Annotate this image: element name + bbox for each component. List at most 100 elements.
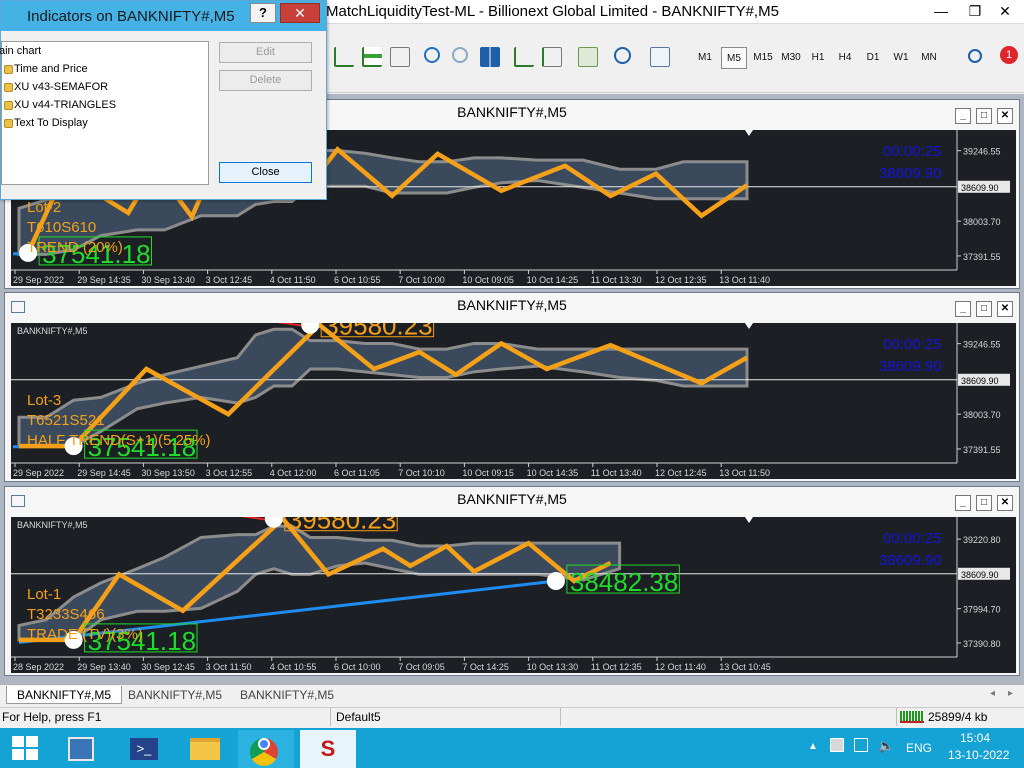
periods-icon[interactable] [614, 47, 631, 64]
dialog-close-x-button[interactable]: ✕ [280, 3, 320, 23]
tree-item-label: XU v43-SEMAFOR [14, 81, 109, 93]
chart-window-title: BANKNIFTY#,M5 [457, 297, 567, 313]
chart-maximize-button[interactable]: □ [976, 108, 992, 124]
price-label: 38482.38 [570, 567, 678, 597]
tf-m30[interactable]: M30 [777, 47, 805, 69]
current-price-tag: 38609.90 [961, 570, 999, 580]
language-indicator[interactable]: ENG [906, 741, 932, 755]
chart-minimize-button[interactable]: _ [955, 301, 971, 317]
x-tick-label: 13 Oct 10:45 [719, 662, 771, 672]
y-tick-label: 39246.55 [963, 147, 1001, 157]
indicators-icon[interactable] [578, 47, 598, 67]
tf-d1[interactable]: D1 [860, 47, 886, 69]
taskbar-trading-terminal-icon[interactable]: S [300, 730, 356, 768]
semafor-dot [546, 572, 565, 591]
y-tick-label: 37994.70 [963, 605, 1001, 615]
dialog-title: Indicators on BANKNIFTY#,M5 [27, 8, 235, 25]
current-price-tag: 38609.90 [961, 376, 999, 386]
bar-chart-icon[interactable] [334, 47, 354, 67]
chart-window-title: BANKNIFTY#,M5 [457, 491, 567, 507]
chart-window-3[interactable]: BANKNIFTY#,M5 _ □ ✕ 38609.90 39220.80 3799… [4, 486, 1020, 676]
zoom-in-icon[interactable] [424, 47, 440, 63]
tab-scroll-right-icon[interactable]: ▸ [1008, 688, 1013, 699]
tab-scroll-left-icon[interactable]: ◂ [990, 688, 995, 699]
tree-item-label: Time and Price [14, 63, 88, 75]
status-divider [560, 708, 561, 726]
tf-m15[interactable]: M15 [749, 47, 777, 69]
x-tick-label: 7 Oct 10:10 [398, 468, 445, 478]
tree-item-semafor[interactable]: XU v43-SEMAFOR [4, 81, 109, 93]
clock-time[interactable]: 15:04 [960, 731, 990, 745]
chart-maximize-button[interactable]: □ [976, 301, 992, 317]
y-tick-label: 38003.70 [963, 410, 1001, 420]
chart-tab-3[interactable]: BANKNIFTY#,M5 [230, 686, 344, 704]
zoom-out-icon[interactable] [452, 47, 468, 63]
chart-maximize-button[interactable]: □ [976, 495, 992, 511]
chart-minimize-button[interactable]: _ [955, 108, 971, 124]
price-chart-3[interactable]: 38609.90 39220.80 37994.70 37390.80 28 Sep 2… [11, 517, 1016, 673]
dialog-help-button[interactable]: ? [250, 3, 276, 23]
chart-tab-2[interactable]: BANKNIFTY#,M5 [118, 686, 232, 704]
edit-button[interactable]: Edit [219, 42, 312, 63]
x-tick-label: 6 Oct 10:55 [334, 275, 381, 285]
tf-mn[interactable]: MN [916, 47, 942, 69]
x-tick-label: 3 Oct 11:50 [206, 662, 252, 672]
volume-icon[interactable]: 🔈 [878, 738, 894, 754]
candlestick-icon[interactable] [362, 47, 382, 67]
chart-minimize-button[interactable]: _ [955, 495, 971, 511]
y-tick-label: 39220.80 [963, 535, 1001, 545]
start-windows-icon[interactable] [12, 736, 38, 760]
chart-shift-icon[interactable] [514, 47, 534, 67]
taskbar-server-manager-icon[interactable] [54, 730, 110, 768]
restore-button[interactable]: ❐ [958, 0, 992, 22]
indicator-tree[interactable]: ain chart Time and Price XU v43-SEMAFOR … [0, 41, 209, 185]
show-hidden-icons[interactable]: ▲ [808, 741, 818, 752]
tile-windows-icon[interactable] [480, 47, 500, 67]
tree-item-time-and-price[interactable]: Time and Price [4, 63, 88, 75]
chart-window-2[interactable]: BANKNIFTY#,M5 _ □ ✕ 38609.90 39246.55 3800… [4, 292, 1020, 482]
y-tick-label: 37391.55 [963, 445, 1001, 455]
tree-item-triangles[interactable]: XU v44-TRIANGLES [4, 99, 116, 111]
chart-close-button[interactable]: ✕ [997, 301, 1013, 317]
autoscroll-icon[interactable] [542, 47, 562, 67]
y-tick-label: 39246.55 [963, 340, 1001, 350]
clock-date[interactable]: 13-10-2022 [948, 748, 1009, 762]
tree-item-text-to-display[interactable]: Text To Display [4, 117, 88, 129]
notification-badge[interactable]: 1 [1000, 46, 1018, 64]
connection-icon [900, 711, 924, 723]
taskbar-chrome-icon[interactable] [238, 730, 294, 768]
chart-close-button[interactable]: ✕ [997, 108, 1013, 124]
action-center-icon[interactable] [830, 738, 844, 752]
x-tick-label: 30 Sep 13:40 [141, 275, 195, 285]
x-tick-label: 29 Sep 14:45 [77, 468, 131, 478]
taskbar-powershell-icon[interactable]: >_ [116, 730, 172, 768]
close-app-button[interactable]: ✕ [988, 0, 1022, 22]
tree-item-main-chart[interactable]: ain chart [0, 45, 41, 57]
tf-h4[interactable]: H4 [832, 47, 858, 69]
tf-w1[interactable]: W1 [888, 47, 914, 69]
delete-button[interactable]: Delete [219, 70, 312, 91]
tf-m1[interactable]: M1 [692, 47, 718, 69]
tf-m5[interactable]: M5 [721, 47, 747, 69]
chart-tab-1[interactable]: BANKNIFTY#,M5 [6, 686, 123, 704]
x-tick-label: 11 Oct 13:40 [591, 468, 642, 478]
x-tick-label: 4 Oct 11:50 [270, 275, 316, 285]
price-chart-2[interactable]: 38609.90 39246.55 38003.70 37391.55 29 Sep 2… [11, 323, 1016, 479]
chart-close-button[interactable]: ✕ [997, 495, 1013, 511]
network-icon[interactable] [854, 738, 868, 752]
templates-icon[interactable] [650, 47, 670, 67]
tf-h1[interactable]: H1 [805, 47, 831, 69]
x-tick-label: 12 Oct 12:45 [655, 468, 707, 478]
lot-text: T610S610 [27, 219, 96, 236]
x-tick-label: 11 Oct 13:30 [591, 275, 642, 285]
taskbar-file-explorer-icon[interactable] [178, 730, 234, 768]
minimize-button[interactable]: — [924, 0, 958, 22]
close-button[interactable]: Close [219, 162, 312, 183]
line-chart-icon[interactable] [390, 47, 410, 67]
status-divider [896, 708, 897, 726]
x-tick-label: 3 Oct 12:55 [206, 468, 253, 478]
x-tick-label: 11 Oct 12:35 [591, 662, 642, 672]
app-title: MatchLiquidityTest-ML - Billionext Globa… [326, 3, 779, 20]
y-tick-label: 38003.70 [963, 217, 1001, 227]
search-icon[interactable] [968, 49, 982, 63]
